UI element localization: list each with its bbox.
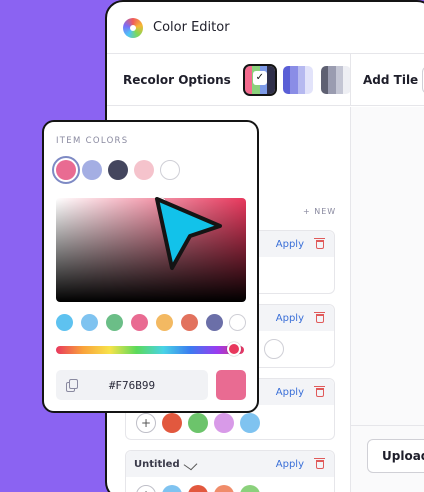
color-wheel-icon [123, 17, 143, 38]
swatch-color [305, 65, 313, 94]
item-color-swatch[interactable] [82, 160, 102, 180]
hue-slider[interactable] [56, 346, 244, 354]
palette-color-dot[interactable] [240, 413, 260, 433]
apply-button[interactable]: Apply [276, 459, 304, 470]
title-bar: Color Editor [107, 2, 424, 54]
item-color-swatch[interactable] [160, 160, 180, 180]
pencil-icon[interactable] [183, 458, 198, 470]
palette-name-text: Untitled [134, 458, 180, 470]
recolor-swatch-2[interactable] [282, 65, 313, 94]
palette-row-colors: + [126, 477, 334, 492]
preset-color[interactable] [206, 314, 223, 331]
toolbar: Recolor Options ✓ Add Tile [107, 54, 424, 106]
palette-color-dot[interactable] [214, 413, 234, 433]
trash-icon[interactable] [314, 311, 325, 323]
hex-input[interactable]: #F76B99 [56, 370, 208, 400]
toolbar-divider [350, 54, 351, 106]
trash-icon[interactable] [314, 385, 325, 397]
add-color-button[interactable]: + [136, 485, 156, 492]
hue-slider-handle[interactable] [227, 342, 241, 356]
palette-color-dot[interactable] [240, 485, 260, 492]
palette-name[interactable]: Untitled [134, 458, 198, 470]
picker-title: ITEM COLORS [56, 136, 129, 146]
panel-divider [351, 425, 424, 426]
swatch-color [282, 65, 291, 94]
item-color-swatch[interactable] [108, 160, 128, 180]
preset-color[interactable] [131, 314, 148, 331]
preset-color[interactable] [181, 314, 198, 331]
palette-row: Untitled Apply + [125, 450, 335, 492]
item-color-swatch[interactable] [52, 156, 80, 184]
recolor-swatch-3[interactable] [320, 65, 351, 94]
swatch-color [328, 65, 336, 94]
color-preview-swatch [216, 370, 246, 400]
preset-color[interactable] [106, 314, 123, 331]
apply-button[interactable]: Apply [276, 239, 304, 250]
cursor-arrow-icon [155, 197, 222, 270]
preset-color[interactable] [229, 314, 246, 331]
check-icon: ✓ [252, 70, 267, 85]
add-color-button[interactable]: + [136, 413, 156, 433]
apply-button[interactable]: Apply [276, 313, 304, 324]
upload-button[interactable]: Upload [367, 439, 424, 473]
trash-icon[interactable] [314, 237, 325, 249]
preset-color[interactable] [81, 314, 98, 331]
item-colors-picker: ITEM COLORS #F76B99 [42, 120, 259, 413]
trash-icon[interactable] [314, 457, 325, 469]
recolor-options-label: Recolor Options [123, 72, 231, 87]
apply-button[interactable]: Apply [276, 387, 304, 398]
swatch-color [335, 65, 344, 94]
swatch-color [290, 65, 298, 94]
palette-color-dot[interactable] [214, 485, 234, 492]
add-tile-label: Add Tile [363, 72, 419, 87]
palette-color-dot[interactable] [188, 485, 208, 492]
app-title: Color Editor [153, 20, 230, 35]
palette-row-header: Untitled Apply [126, 451, 334, 477]
swatch-color [267, 65, 275, 94]
new-palette-link[interactable]: + NEW [303, 207, 336, 216]
palette-color-dot[interactable] [264, 339, 284, 359]
preset-color[interactable] [56, 314, 73, 331]
swatch-color [244, 65, 253, 94]
recolor-swatch-1[interactable]: ✓ [242, 63, 277, 96]
palette-color-dot[interactable] [188, 413, 208, 433]
swatch-color [320, 65, 329, 94]
preset-color[interactable] [156, 314, 173, 331]
swatch-color [297, 65, 306, 94]
palette-color-dot[interactable] [162, 485, 182, 492]
hex-value: #F76B99 [108, 378, 156, 392]
right-panel: Upload [351, 107, 424, 492]
item-color-swatch[interactable] [134, 160, 154, 180]
palette-color-dot[interactable] [162, 413, 182, 433]
